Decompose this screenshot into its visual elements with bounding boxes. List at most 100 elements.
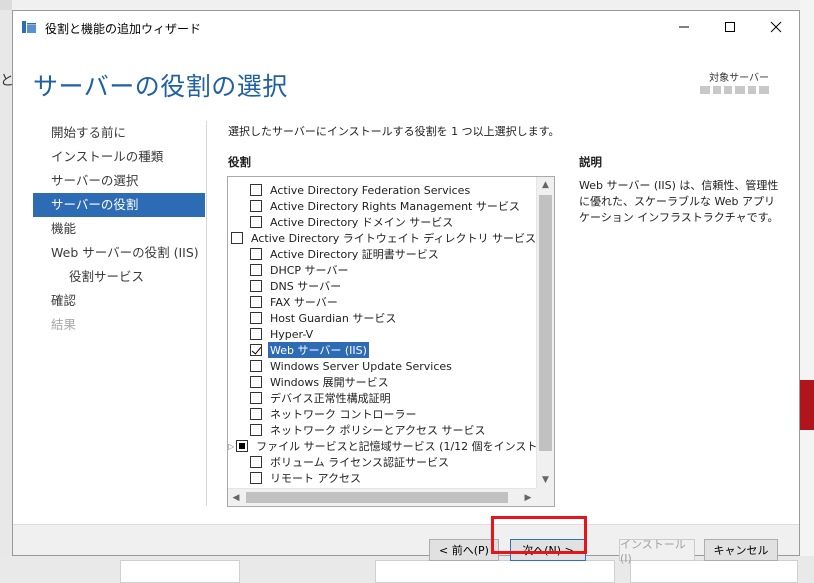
- close-icon: [770, 21, 782, 33]
- role-label: Active Directory 証明書サービス: [270, 248, 439, 261]
- nav-item-features[interactable]: 機能: [33, 217, 205, 241]
- role-label: DHCP サーバー: [270, 264, 349, 277]
- role-checkbox[interactable]: [250, 408, 262, 420]
- role-list-item[interactable]: DNS サーバー: [228, 278, 536, 294]
- horizontal-scroll-thumb[interactable]: [246, 492, 508, 503]
- role-list-item[interactable]: Active Directory Federation Services: [228, 182, 536, 198]
- role-checkbox[interactable]: [250, 264, 262, 276]
- next-button-highlight: [491, 516, 587, 554]
- nav-divider: [206, 121, 207, 506]
- role-label: Active Directory ライトウェイト ディレクトリ サービス: [251, 232, 536, 245]
- description-text: Web サーバー (IIS) は、信頼性、管理性に優れた、スケーラブルな Web…: [579, 179, 779, 224]
- scroll-right-icon[interactable]: ▶: [520, 489, 536, 506]
- role-checkbox[interactable]: [250, 184, 262, 196]
- window-title: 役割と機能の追加ウィザード: [45, 22, 202, 36]
- role-list-item[interactable]: Active Directory ドメイン サービス: [228, 214, 536, 230]
- role-checkbox[interactable]: [250, 424, 262, 436]
- role-label: Active Directory Rights Management サービス: [270, 200, 520, 213]
- role-checkbox[interactable]: [250, 360, 262, 372]
- background-red-panel: [800, 380, 814, 430]
- page-title: サーバーの役割の選択: [33, 72, 288, 101]
- role-list-item[interactable]: ネットワーク コントローラー: [228, 406, 536, 422]
- vertical-scrollbar[interactable]: ▲ ▼: [536, 177, 554, 488]
- nav-item-results: 結果: [51, 317, 77, 332]
- scroll-up-icon[interactable]: ▲: [537, 177, 554, 193]
- maximize-button[interactable]: [707, 11, 753, 43]
- role-list-item[interactable]: リモート アクセス: [228, 470, 536, 486]
- role-checkbox[interactable]: [250, 456, 262, 468]
- role-label: DNS サーバー: [270, 280, 342, 293]
- nav-item-server-selection[interactable]: サーバーの選択: [33, 169, 205, 193]
- role-label: ファイル サービスと記憶域サービス (1/12 個をインストール済: [256, 440, 555, 453]
- server-manager-icon: [21, 19, 37, 35]
- nav-item-web-server-role[interactable]: Web サーバーの役割 (IIS): [33, 241, 205, 265]
- role-list-item[interactable]: Active Directory ライトウェイト ディレクトリ サービス: [228, 230, 536, 246]
- role-list-item[interactable]: Hyper-V: [228, 326, 536, 342]
- role-label: Active Directory Federation Services: [270, 183, 471, 197]
- role-checkbox[interactable]: [231, 232, 244, 244]
- role-label: Windows 展開サービス: [270, 376, 389, 389]
- previous-button[interactable]: < 前へ(P): [429, 539, 499, 561]
- role-checkbox[interactable]: [250, 200, 262, 212]
- role-checkbox[interactable]: [250, 344, 262, 356]
- role-checkbox[interactable]: [250, 280, 262, 292]
- add-roles-wizard-window: 役割と機能の追加ウィザード サーバーの役割の選択 対象サーバー 開始する前に イ…: [12, 10, 800, 556]
- role-checkbox[interactable]: [250, 376, 262, 388]
- role-checkbox[interactable]: [236, 440, 249, 452]
- minimize-button[interactable]: [661, 11, 707, 43]
- roles-list[interactable]: Active Directory Federation Services Acti…: [227, 176, 555, 507]
- nav-item-installation-type[interactable]: インストールの種類: [33, 145, 205, 169]
- role-label: Hyper-V: [270, 327, 314, 341]
- title-bar[interactable]: 役割と機能の追加ウィザード: [13, 11, 799, 43]
- role-label: Web サーバー (IIS): [268, 342, 369, 358]
- nav-item-role-services[interactable]: 役割サービス: [33, 265, 205, 289]
- background-window-corner: [0, 0, 12, 10]
- roles-heading: 役割: [228, 155, 251, 169]
- background-window-right: [800, 0, 814, 583]
- role-list-item[interactable]: Windows 展開サービス: [228, 374, 536, 390]
- role-list-item[interactable]: ボリューム ライセンス認証サービス: [228, 454, 536, 470]
- vertical-scroll-thumb[interactable]: [539, 195, 552, 451]
- target-server-value-redacted: [700, 86, 769, 94]
- close-button[interactable]: [753, 11, 799, 43]
- role-checkbox[interactable]: [250, 296, 262, 308]
- role-label: Host Guardian サービス: [270, 312, 397, 325]
- role-checkbox[interactable]: [250, 312, 262, 324]
- role-label: FAX サーバー: [270, 296, 338, 309]
- role-list-item[interactable]: ▷ ファイル サービスと記憶域サービス (1/12 個をインストール済: [228, 438, 554, 454]
- role-list-item[interactable]: FAX サーバー: [228, 294, 536, 310]
- wizard-nav: 開始する前に インストールの種類 サーバーの選択 サーバーの役割 機能 Web …: [33, 121, 205, 337]
- role-list-item[interactable]: ネットワーク ポリシーとアクセス サービス: [228, 422, 536, 438]
- role-label: Windows Server Update Services: [270, 359, 452, 373]
- scroll-down-icon[interactable]: ▼: [537, 472, 554, 488]
- role-checkbox[interactable]: [250, 216, 262, 228]
- role-list-item[interactable]: Host Guardian サービス: [228, 310, 536, 326]
- role-list-item[interactable]: デバイス正常性構成証明: [228, 390, 536, 406]
- horizontal-scrollbar[interactable]: ◀ ▶: [228, 488, 554, 506]
- role-list-item[interactable]: DHCP サーバー: [228, 262, 536, 278]
- cancel-button[interactable]: キャンセル: [704, 539, 778, 561]
- role-list-item[interactable]: Web サーバー (IIS): [228, 342, 536, 358]
- maximize-icon: [725, 22, 735, 32]
- nav-item-confirmation[interactable]: 確認: [33, 289, 205, 313]
- install-button: インストール(I): [619, 538, 695, 565]
- nav-item-before-you-begin[interactable]: 開始する前に: [33, 121, 205, 145]
- role-label: Active Directory ドメイン サービス: [270, 216, 454, 229]
- role-checkbox[interactable]: [250, 248, 262, 260]
- role-label: ボリューム ライセンス認証サービス: [270, 456, 449, 469]
- role-list-item[interactable]: Windows Server Update Services: [228, 358, 536, 374]
- role-checkbox[interactable]: [250, 472, 262, 484]
- role-list-item[interactable]: Active Directory Rights Management サービス: [228, 198, 536, 214]
- role-label: リモート アクセス: [270, 472, 361, 485]
- role-checkbox[interactable]: [250, 392, 262, 404]
- nav-item-server-roles[interactable]: サーバーの役割: [33, 193, 205, 217]
- expand-arrow-icon[interactable]: ▷: [228, 442, 234, 451]
- description-heading: 説明: [579, 155, 602, 169]
- role-checkbox[interactable]: [250, 328, 262, 340]
- background-box: [120, 560, 240, 583]
- scroll-left-icon[interactable]: ◀: [228, 489, 244, 506]
- background-box: [375, 560, 615, 583]
- target-server-label: 対象サーバー: [709, 73, 769, 84]
- role-list-item[interactable]: Active Directory 証明書サービス: [228, 246, 536, 262]
- instruction-text: 選択したサーバーにインストールする役割を 1 つ以上選択します。: [228, 125, 560, 138]
